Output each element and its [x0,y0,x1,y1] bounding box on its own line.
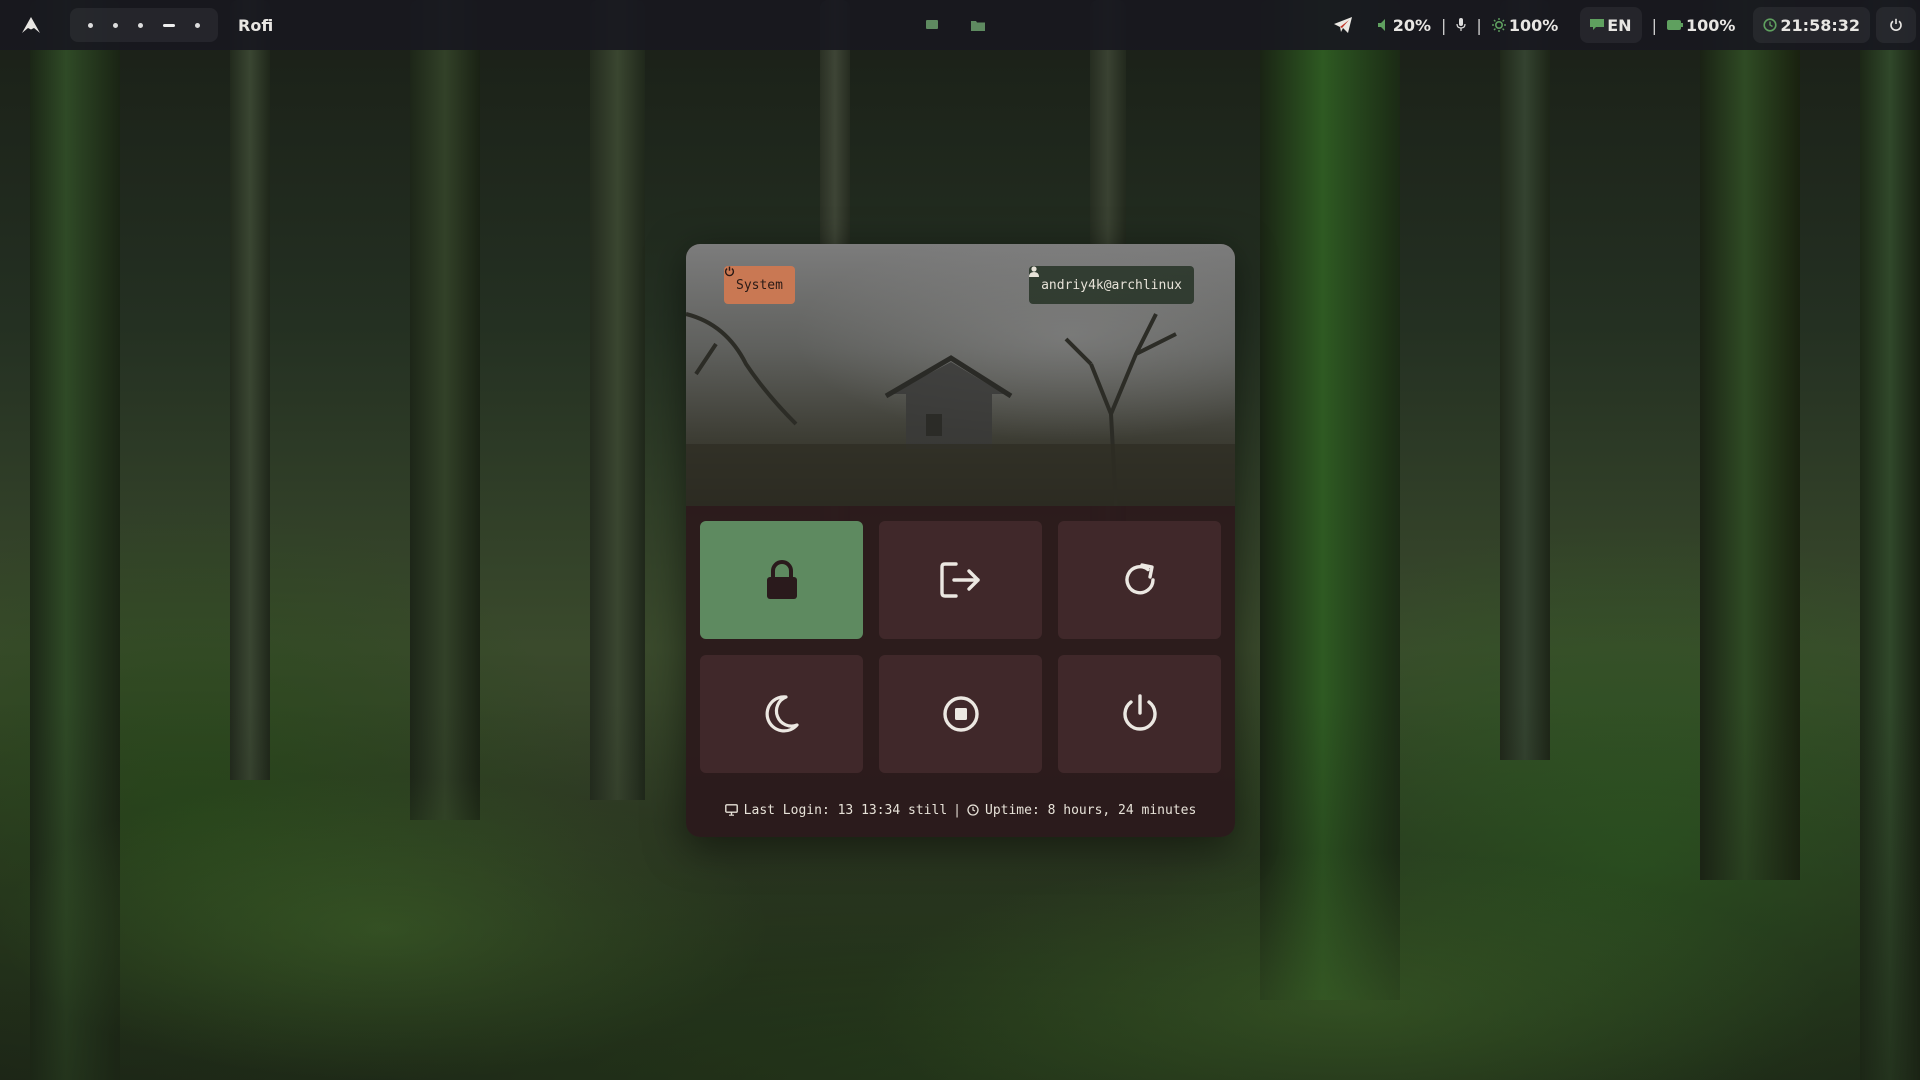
keyboard-icon [1590,19,1605,30]
tree-trunk [230,0,270,780]
workspace-4-active[interactable] [163,23,175,27]
folder-icon[interactable] [970,18,986,32]
reboot-button[interactable] [1058,521,1221,639]
user-chip: andriy4k@archlinux [1029,266,1194,304]
system-chip: System [724,266,795,304]
rofi-power-menu: System andriy4k@archlinux Last Login: 13… [686,244,1235,837]
brightness-value: 100% [1508,15,1559,35]
reboot-icon [1124,563,1155,595]
power-icon [1890,18,1902,31]
stop-circle-icon [942,696,979,732]
clock-icon [1763,18,1778,32]
separator: | [1476,15,1482,35]
power-menu-button[interactable] [1876,7,1916,43]
brightness-module[interactable]: 100% [1491,15,1559,35]
battery-module[interactable]: 100% [1666,15,1736,35]
monitor-icon [724,804,738,816]
last-login-text: Last Login: 13 13:34 still [743,802,948,818]
workspace-5[interactable] [195,22,200,28]
footer-separator: | [953,802,961,818]
workspace-2[interactable] [113,22,118,28]
user-label: andriy4k@archlinux [1041,277,1182,293]
battery-value: 100% [1685,15,1736,35]
clock-module[interactable]: 21:58:32 [1753,7,1870,43]
monitor-icon[interactable] [924,18,940,32]
volume-module[interactable]: 20% [1377,15,1432,35]
tree-trunk [590,0,645,800]
separator: | [1441,15,1447,35]
keyboard-layout-value: EN [1607,15,1632,35]
keyboard-layout-module[interactable]: EN [1580,7,1642,43]
logout-button[interactable] [879,521,1042,639]
power-icon [1122,694,1157,731]
top-bar: Rofi 20% | | 100% EN | 100% 21:58:32 [0,0,1920,50]
suspend-button[interactable] [700,655,863,773]
system-label: System [736,277,783,293]
workspace-3[interactable] [138,22,143,28]
arch-linux-icon[interactable] [14,8,48,42]
clock-icon [967,804,979,816]
workspace-switcher [70,8,218,42]
lock-icon [766,560,797,599]
tree-trunk [410,0,480,820]
clock-value: 21:58:32 [1780,15,1860,35]
shutdown-button[interactable] [1058,655,1221,773]
brightness-icon [1491,18,1506,32]
menu-header-image: System andriy4k@archlinux [686,244,1235,506]
microphone-module[interactable] [1456,18,1467,32]
power-options-grid [700,521,1222,773]
moon-icon [765,695,799,733]
active-window-title: Rofi [238,15,274,35]
separator: | [1651,15,1657,35]
uptime-text: Uptime: 8 hours, 24 minutes [985,802,1197,818]
volume-value: 20% [1392,15,1432,35]
session-info-footer: Last Login: 13 13:34 still | Uptime: 8 h… [686,783,1235,837]
speaker-icon [1377,19,1385,31]
lock-button[interactable] [700,521,863,639]
user-icon [1029,266,1040,277]
telegram-icon [1333,17,1352,33]
battery-icon [1666,20,1683,30]
telegram-tray[interactable] [1333,17,1352,33]
microphone-icon [1456,18,1467,31]
logout-icon [939,562,980,598]
workspace-1[interactable] [88,22,93,28]
tray-center [924,0,986,50]
tree-trunk [1500,0,1550,760]
hibernate-button[interactable] [879,655,1042,773]
power-icon [724,266,735,277]
